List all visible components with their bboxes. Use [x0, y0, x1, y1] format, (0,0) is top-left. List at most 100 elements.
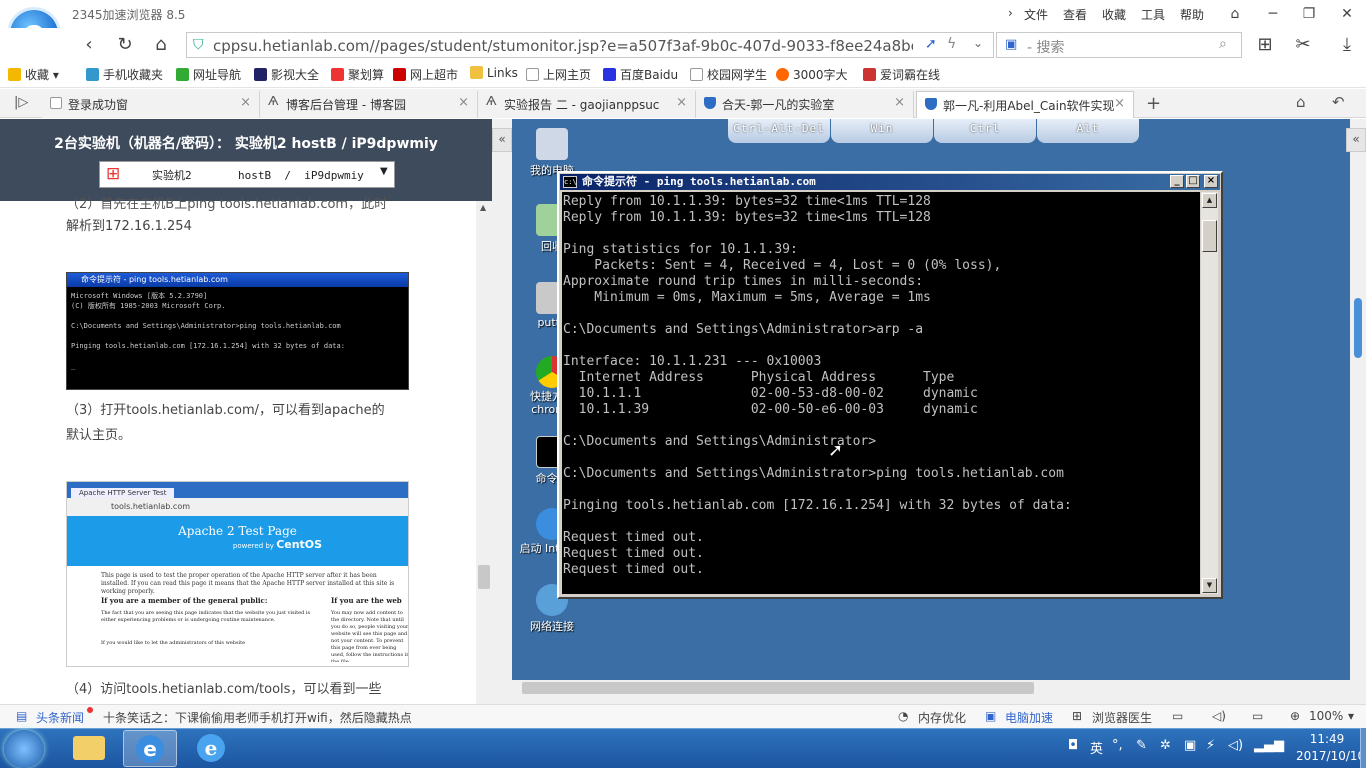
speaker-icon[interactable]: ◁) [1228, 738, 1243, 753]
news-headline[interactable]: 十条笑话之：下课偷偷用老师手机打开wifi，然后隐藏热点 [103, 709, 412, 726]
address-bar[interactable]: ⛉ cppsu.hetianlab.com//pages/student/stu… [186, 32, 994, 58]
tab-active-experiment[interactable]: 郭一凡-利用Abel_Cain软件实现 × [916, 91, 1134, 118]
scroll-thumb[interactable] [478, 565, 490, 589]
bookmark-home[interactable]: 上网主页 [526, 66, 591, 83]
zoom-level[interactable]: 100% [1309, 709, 1343, 723]
scissors-icon[interactable]: ✂ [1290, 32, 1316, 58]
news-label[interactable]: 头条新闻 [36, 709, 84, 726]
remote-v-scrollbar[interactable] [1350, 128, 1366, 680]
settings-icon[interactable]: ✲ [1160, 738, 1171, 753]
menu-chevron-icon[interactable]: › [1008, 6, 1013, 20]
menu-tools[interactable]: 工具 [1141, 6, 1165, 23]
h-scroll-thumb[interactable] [522, 682, 1034, 694]
taskbar-ie[interactable]: e [184, 730, 238, 767]
search-icon[interactable]: ⌕ [1219, 36, 1227, 52]
refresh-icon[interactable]: ↻ [112, 32, 138, 58]
cmd-scroll-down-icon[interactable]: ▼ [1202, 578, 1217, 593]
ctrl-key[interactable]: Ctrl [934, 119, 1036, 143]
dropdown-chevron-icon[interactable]: ⌄ [973, 36, 983, 50]
show-desktop-button[interactable] [1360, 728, 1366, 768]
image-toggle-icon[interactable]: ▭ [1172, 709, 1183, 723]
collapse-right-icon[interactable]: « [1346, 128, 1366, 152]
home-icon[interactable]: ⌂ [148, 32, 174, 58]
close-button[interactable]: ✕ [1332, 4, 1362, 24]
volume-icon[interactable]: ◁) [1212, 709, 1226, 723]
back-icon[interactable]: ‹ [76, 32, 102, 58]
cmd-scroll-up-icon[interactable]: ▲ [1202, 193, 1217, 208]
select-arrow-icon[interactable]: ▼ [380, 166, 388, 177]
alt-key[interactable]: Alt [1037, 119, 1139, 143]
cmd-scroll-thumb[interactable] [1202, 220, 1217, 252]
url-text[interactable]: cppsu.hetianlab.com//pages/student/stumo… [213, 37, 913, 55]
tab-close-icon[interactable]: × [240, 95, 251, 110]
browser-doctor[interactable]: 浏览器医生 [1092, 709, 1152, 726]
tab-report[interactable]: Ѧ 实验报告 二 - gaojianppsuc × [478, 91, 696, 118]
search-engine-icon[interactable]: ▣ [1005, 37, 1017, 52]
taskbar-explorer[interactable] [62, 730, 116, 767]
minimize-button[interactable]: ─ [1258, 4, 1288, 24]
memory-optimize[interactable]: 内存优化 [918, 709, 966, 726]
undo-close-icon[interactable]: ↶ [1332, 93, 1345, 111]
zoom-dropdown-icon[interactable]: ▾ [1348, 709, 1354, 723]
bookmark-ju[interactable]: 聚划算 [331, 66, 384, 83]
rocket-icon[interactable]: ➚ [925, 36, 937, 52]
lightning-icon[interactable]: ϟ [947, 36, 956, 52]
ime-mode[interactable]: 英 [1090, 738, 1103, 757]
apps-grid-icon[interactable]: ⊞ [1252, 32, 1278, 58]
security-icon[interactable]: ▣ [1184, 738, 1196, 753]
tab-menu-icon[interactable]: ⌂ [1296, 93, 1306, 111]
scroll-up-icon[interactable]: ▲ [480, 203, 486, 212]
bookmark-favorites[interactable]: 收藏 ▾ [8, 66, 59, 83]
v-scroll-thumb[interactable] [1354, 298, 1362, 358]
bookmark-video[interactable]: 影视大全 [254, 66, 319, 83]
maximize-button[interactable]: ❐ [1294, 4, 1324, 24]
clock[interactable]: 11:49 2017/10/10 [1296, 731, 1365, 765]
left-scrollbar[interactable]: ▲ [476, 201, 492, 704]
network-tray-icon[interactable]: ⚡ [1206, 738, 1215, 753]
tab-close-icon[interactable]: × [894, 95, 905, 110]
menu-file[interactable]: 文件 [1024, 6, 1048, 23]
bookmark-baidu[interactable]: 百度Baidu [603, 66, 678, 83]
ctrl-alt-del-key[interactable]: Ctrl-Alt-Del [728, 119, 830, 143]
tab-login[interactable]: 登录成功窗 × [42, 91, 260, 118]
bookmark-3000[interactable]: 3000字大 [776, 66, 848, 83]
sidebar-toggle-icon[interactable]: |▷ [14, 95, 28, 110]
tab-close-icon[interactable]: × [1114, 96, 1125, 111]
bookmark-market[interactable]: 网上超市 [393, 66, 458, 83]
tab-lab[interactable]: 合天-郭一凡的实验室 × [696, 91, 914, 118]
search-input[interactable]: - 搜索 [1027, 37, 1065, 57]
cmd-scrollbar[interactable]: ▲ ▼ [1201, 192, 1218, 594]
signal-icon[interactable]: ▂▄▆ [1254, 738, 1284, 753]
menu-view[interactable]: 查看 [1063, 6, 1087, 23]
zoom-icon[interactable]: ⊕ [1290, 709, 1300, 723]
search-box[interactable]: ▣ - 搜索 ⌕ [996, 32, 1242, 58]
cmd-minimize-button[interactable]: _ [1170, 175, 1184, 188]
tab-close-icon[interactable]: × [676, 95, 687, 110]
new-tab-button[interactable]: + [1146, 93, 1161, 114]
vm-select[interactable]: ⊞ 实验机2 hostB / iP9dpwmiy ▼ [99, 161, 395, 188]
bookmark-campus[interactable]: 校园网学生 [690, 66, 767, 83]
cmd-maximize-button[interactable]: □ [1186, 175, 1200, 188]
bookmark-iciba[interactable]: 爱词霸在线 [863, 66, 940, 83]
bookmark-nav[interactable]: 网址导航 [176, 66, 241, 83]
taskbar-browser-2345[interactable]: e [123, 730, 177, 767]
punct-icon[interactable]: °, [1112, 738, 1123, 753]
ime-icon[interactable]: ◘ [1068, 738, 1078, 753]
fullscreen-icon[interactable]: ▭ [1252, 709, 1263, 723]
remote-h-scrollbar[interactable] [512, 680, 1350, 697]
cmd-titlebar[interactable]: 命令提示符 - ping tools.hetianlab.com [560, 174, 1220, 190]
bookmark-mobile[interactable]: 手机收藏夹 [86, 66, 163, 83]
tab-close-icon[interactable]: × [458, 95, 469, 110]
collapse-left-icon[interactable]: « [492, 128, 512, 152]
tab-blog-admin[interactable]: Ѧ 博客后台管理 - 博客园 × [260, 91, 478, 118]
menu-help[interactable]: 帮助 [1180, 6, 1204, 23]
cmd-close-button[interactable]: × [1204, 175, 1218, 188]
win-key[interactable]: Win [831, 119, 933, 143]
menu-favorites[interactable]: 收藏 [1102, 6, 1126, 23]
start-button[interactable] [4, 730, 44, 768]
pen-icon[interactable]: ✎ [1136, 738, 1147, 753]
bookmark-links[interactable]: Links [470, 66, 518, 80]
skin-icon[interactable]: ⌂ [1220, 4, 1250, 24]
download-icon[interactable]: ⤓ [1334, 32, 1360, 58]
pc-speedup[interactable]: 电脑加速 [1005, 709, 1053, 726]
